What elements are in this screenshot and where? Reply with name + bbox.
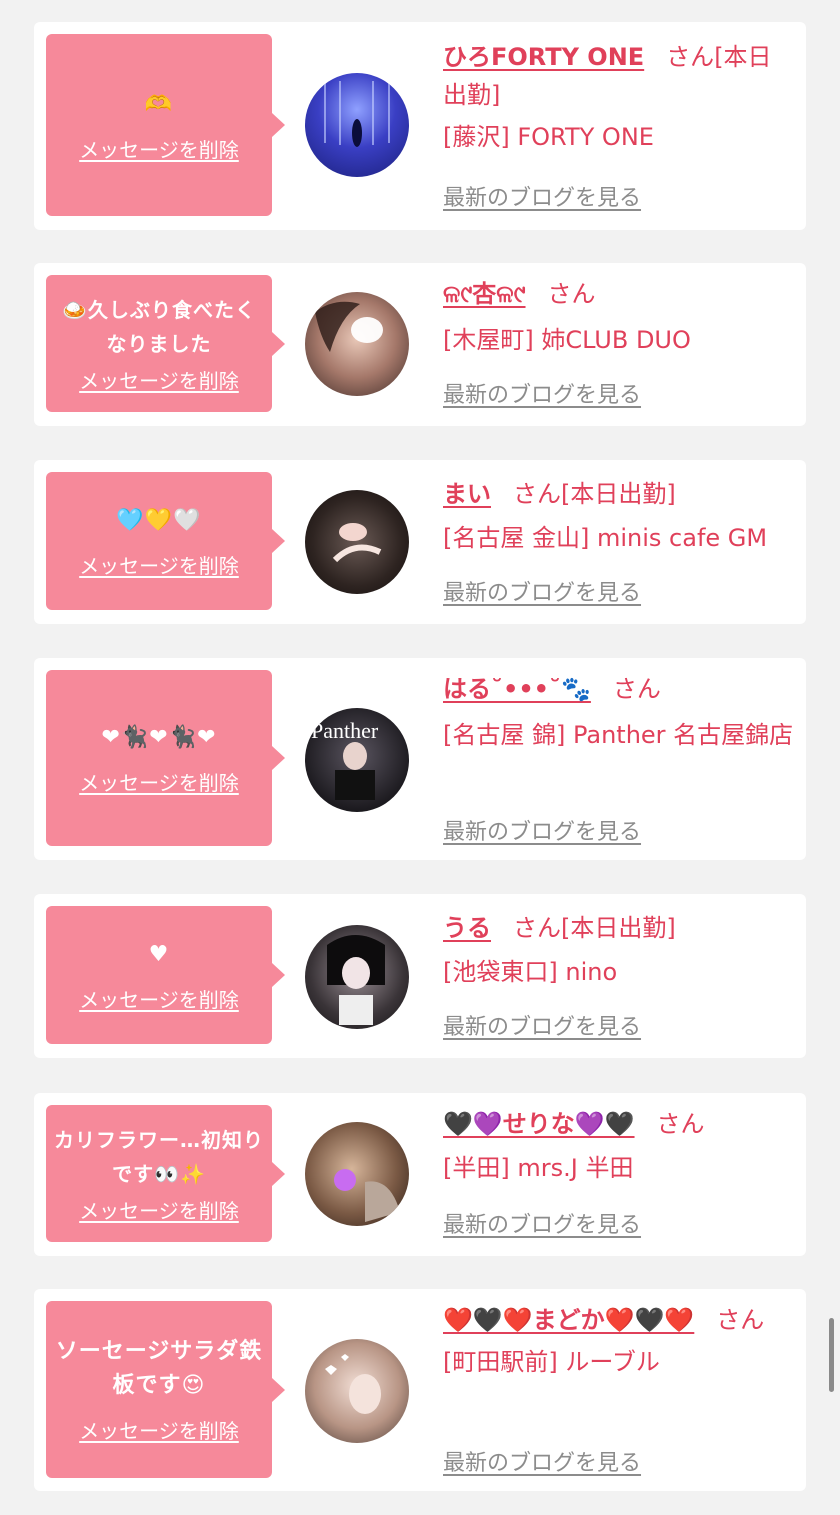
list-item: ソーセージサラダ鉄板です😍 メッセージを削除 ❤️🖤❤️まどか❤️🖤❤️ さん [… bbox=[34, 1289, 806, 1491]
girl-name-link[interactable]: 🖤💜せりな💜🖤 bbox=[443, 1110, 635, 1138]
girl-info: うる さん[本日出勤] [池袋東口] nino bbox=[443, 909, 795, 991]
shop-name: [藤沢] FORTY ONE bbox=[443, 123, 654, 151]
delete-message-link[interactable]: メッセージを削除 bbox=[79, 767, 239, 796]
honorific: さん bbox=[513, 480, 561, 508]
delete-message-link[interactable]: メッセージを削除 bbox=[79, 365, 239, 394]
honorific: さん bbox=[666, 43, 715, 71]
girl-info: 🖤💜せりな💜🖤 さん [半田] mrs.J 半田 bbox=[443, 1105, 795, 1187]
list-item: カリフラワー…初知りです👀✨ メッセージを削除 🖤💜せりな💜🖤 さん [半田] m… bbox=[34, 1093, 806, 1256]
honorific: さん bbox=[547, 280, 596, 308]
message-bubble: 🫶 メッセージを削除 bbox=[46, 34, 285, 216]
latest-blog-link[interactable]: 最新のブログを見る bbox=[443, 814, 641, 846]
girl-name-link[interactable]: はる˘•••˘🐾 bbox=[443, 675, 591, 703]
avatar[interactable] bbox=[305, 292, 409, 396]
girl-info: はる˘•••˘🐾 さん [名古屋 錦] Panther 名古屋錦店 bbox=[443, 670, 795, 754]
delete-message-link[interactable]: メッセージを削除 bbox=[79, 550, 239, 579]
avatar-image bbox=[325, 1354, 381, 1414]
latest-blog-link[interactable]: 最新のブログを見る bbox=[443, 377, 641, 409]
girl-name-link[interactable]: ଳ୯杏ଳ୯ bbox=[443, 280, 526, 308]
list-item: ♥ メッセージを削除 うる さん[本日出勤] [池袋東口] nino 最新のブログ… bbox=[34, 894, 806, 1058]
avatar[interactable]: Panther bbox=[305, 708, 409, 812]
girl-info: まい さん[本日出勤] [名古屋 金山] minis cafe GM bbox=[443, 475, 795, 557]
honorific: さん bbox=[656, 1110, 705, 1138]
latest-blog-link[interactable]: 最新のブログを見る bbox=[443, 575, 641, 607]
list-item: 🩵💛🤍 メッセージを削除 まい さん[本日出勤] [名古屋 金山] minis c… bbox=[34, 460, 806, 624]
message-text: ❤🐈‍⬛❤🐈‍⬛❤ bbox=[101, 724, 217, 750]
message-text: ♥ bbox=[148, 941, 170, 967]
message-text: カリフラワー…初知りです👀✨ bbox=[54, 1128, 264, 1186]
avatar-image bbox=[315, 301, 383, 352]
message-bubble: ♥ メッセージを削除 bbox=[46, 906, 285, 1044]
delete-message-link[interactable]: メッセージを削除 bbox=[79, 984, 239, 1013]
scrollbar[interactable] bbox=[829, 1318, 834, 1392]
message-bubble: 🩵💛🤍 メッセージを削除 bbox=[46, 472, 285, 610]
girl-name-link[interactable]: うる bbox=[443, 914, 491, 942]
avatar-image bbox=[332, 523, 382, 563]
latest-blog-link[interactable]: 最新のブログを見る bbox=[443, 1207, 641, 1239]
status-badge: [本日出勤] bbox=[561, 914, 676, 942]
status-badge: [本日出勤] bbox=[561, 480, 676, 508]
latest-blog-link[interactable]: 最新のブログを見る bbox=[443, 1009, 641, 1041]
message-bubble: ❤🐈‍⬛❤🐈‍⬛❤ メッセージを削除 bbox=[46, 670, 285, 846]
delete-message-link[interactable]: メッセージを削除 bbox=[79, 134, 239, 163]
shop-name: [池袋東口] nino bbox=[443, 958, 618, 986]
list-item: ❤🐈‍⬛❤🐈‍⬛❤ メッセージを削除 Panther はる˘•••˘🐾 さん [名… bbox=[34, 658, 806, 860]
message-text: 🍛久しぶり食べたくなりました bbox=[62, 298, 256, 356]
girl-name-link[interactable]: まい bbox=[443, 480, 491, 508]
avatar[interactable] bbox=[305, 1339, 409, 1443]
shop-name: [名古屋 錦] Panther 名古屋錦店 bbox=[443, 721, 794, 749]
message-bubble: ソーセージサラダ鉄板です😍 メッセージを削除 bbox=[46, 1301, 285, 1478]
avatar[interactable] bbox=[305, 73, 409, 177]
honorific: さん bbox=[612, 675, 661, 703]
avatar-image bbox=[327, 935, 385, 1025]
shop-name: [町田駅前] ルーブル bbox=[443, 1348, 660, 1376]
shop-name: [名古屋 金山] minis cafe GM bbox=[443, 524, 768, 552]
girl-info: ❤️🖤❤️まどか❤️🖤❤️ さん [町田駅前] ルーブル bbox=[443, 1301, 795, 1381]
girl-info: ひろFORTY ONE さん[本日出勤] [藤沢] FORTY ONE bbox=[443, 38, 795, 156]
avatar-image bbox=[324, 81, 390, 147]
svg-text:Panther: Panther bbox=[311, 718, 379, 743]
avatar[interactable] bbox=[305, 1122, 409, 1226]
shop-name: [半田] mrs.J 半田 bbox=[443, 1154, 634, 1182]
latest-blog-link[interactable]: 最新のブログを見る bbox=[443, 180, 641, 212]
message-text: ソーセージサラダ鉄板です😍 bbox=[55, 1339, 263, 1398]
avatar[interactable] bbox=[305, 925, 409, 1029]
girl-name-link[interactable]: ❤️🖤❤️まどか❤️🖤❤️ bbox=[443, 1306, 694, 1334]
avatar-image bbox=[334, 1169, 400, 1222]
list-item: 🫶 メッセージを削除 ひろFORTY ONE さん[本日出勤] [藤沢] FORT… bbox=[34, 22, 806, 230]
shop-name: [木屋町] 姉CLUB DUO bbox=[443, 326, 691, 354]
latest-blog-link[interactable]: 最新のブログを見る bbox=[443, 1445, 641, 1477]
honorific: さん bbox=[716, 1306, 765, 1334]
message-text: 🩵💛🤍 bbox=[116, 507, 202, 533]
honorific: さん bbox=[513, 914, 561, 942]
avatar[interactable] bbox=[305, 490, 409, 594]
delete-message-link[interactable]: メッセージを削除 bbox=[79, 1195, 239, 1224]
girl-name-link[interactable]: ひろFORTY ONE bbox=[443, 43, 644, 71]
message-bubble: 🍛久しぶり食べたくなりました メッセージを削除 bbox=[46, 275, 285, 412]
avatar-image: Panther bbox=[311, 718, 379, 800]
girl-info: ଳ୯杏ଳ୯ さん [木屋町] 姉CLUB DUO bbox=[443, 275, 795, 359]
message-bubble: カリフラワー…初知りです👀✨ メッセージを削除 bbox=[46, 1105, 285, 1242]
message-text: 🫶 bbox=[144, 91, 174, 117]
list-item: 🍛久しぶり食べたくなりました メッセージを削除 ଳ୯杏ଳ୯ さん [木屋町] 姉C… bbox=[34, 263, 806, 426]
delete-message-link[interactable]: メッセージを削除 bbox=[79, 1415, 239, 1444]
